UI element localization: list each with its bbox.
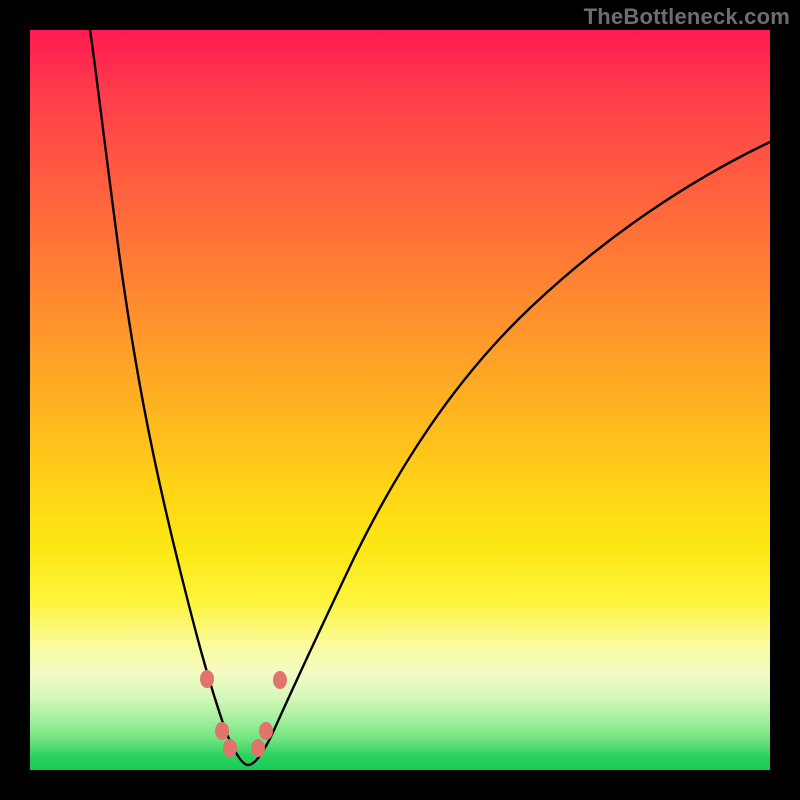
curve-marker bbox=[259, 722, 273, 740]
plot-area bbox=[30, 30, 770, 770]
curve-marker bbox=[215, 722, 229, 740]
curve-marker bbox=[251, 739, 265, 757]
curve-marker bbox=[223, 739, 237, 757]
curve-layer bbox=[30, 30, 770, 770]
bottleneck-curve bbox=[90, 30, 770, 765]
chart-frame: TheBottleneck.com bbox=[0, 0, 800, 800]
curve-marker bbox=[200, 670, 214, 688]
curve-marker bbox=[273, 671, 287, 689]
watermark-text: TheBottleneck.com bbox=[584, 4, 790, 30]
